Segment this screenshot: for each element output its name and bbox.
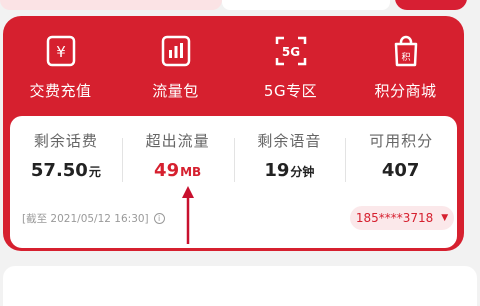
stat-remaining-balance[interactable]: 剩余话费 57.50元 <box>10 130 122 190</box>
quick-menu-label: 流量包 <box>152 82 199 100</box>
quick-menu: ¥ 交费充值 流量包 5G 5G专区 积 积分商城 <box>3 16 464 112</box>
quick-menu-label: 5G专区 <box>263 82 318 100</box>
caret-down-icon: ▼ <box>441 213 449 223</box>
stat-label: 剩余语音 <box>257 132 322 150</box>
annotation-arrow-icon <box>182 186 194 244</box>
bottom-card <box>3 266 477 306</box>
phone-number-selector[interactable]: 185****3718 ▼ <box>350 206 454 230</box>
quick-menu-recharge[interactable]: ¥ 交费充值 <box>3 16 118 112</box>
stat-available-points[interactable]: 可用积分 407 <box>345 130 457 190</box>
stat-value: 57.50元 <box>30 160 101 181</box>
account-card: ¥ 交费充值 流量包 5G 5G专区 积 积分商城 剩余话费 57.50元 超出… <box>3 16 464 251</box>
quick-menu-data-pack[interactable]: 流量包 <box>118 16 233 112</box>
as-of-text: [截至 2021/05/12 16:30] <box>22 213 149 225</box>
quick-menu-points-mall[interactable]: 积 积分商城 <box>348 16 463 112</box>
stat-value: 407 <box>381 160 420 181</box>
stat-remaining-voice[interactable]: 剩余语音 19分钟 <box>233 130 346 190</box>
top-strip <box>0 0 480 14</box>
info-icon[interactable]: i <box>153 213 165 224</box>
balance-panel: 剩余话费 57.50元 超出流量 49MB 剩余语音 19分钟 可用积分 407… <box>10 116 457 248</box>
quick-menu-5g[interactable]: 5G 5G专区 <box>233 16 348 112</box>
quick-menu-label: 交费充值 <box>29 82 92 100</box>
quick-menu-label: 积分商城 <box>374 82 437 100</box>
shopping-bag-icon: 积 <box>387 32 425 70</box>
top-right-button[interactable] <box>395 0 467 10</box>
svg-text:积: 积 <box>401 51 410 63</box>
phone-number: 185****3718 <box>355 211 434 225</box>
yuan-card-icon: ¥ <box>42 32 80 70</box>
top-search-area[interactable] <box>222 0 390 10</box>
svg-text:¥: ¥ <box>56 43 66 61</box>
data-chart-icon <box>157 32 195 70</box>
stat-label: 剩余话费 <box>33 132 98 150</box>
stat-value: 49MB <box>154 160 202 181</box>
as-of-timestamp: [截至 2021/05/12 16:30] i <box>22 211 165 226</box>
stat-label: 超出流量 <box>145 132 210 150</box>
stat-excess-data[interactable]: 超出流量 49MB <box>121 130 234 190</box>
stats-row: 剩余话费 57.50元 超出流量 49MB 剩余语音 19分钟 可用积分 407 <box>10 130 457 190</box>
svg-text:5G: 5G <box>281 45 299 59</box>
stat-label: 可用积分 <box>369 132 434 150</box>
5g-icon: 5G <box>272 32 310 70</box>
top-left-tab[interactable] <box>0 0 222 10</box>
stat-value: 19分钟 <box>264 160 315 181</box>
